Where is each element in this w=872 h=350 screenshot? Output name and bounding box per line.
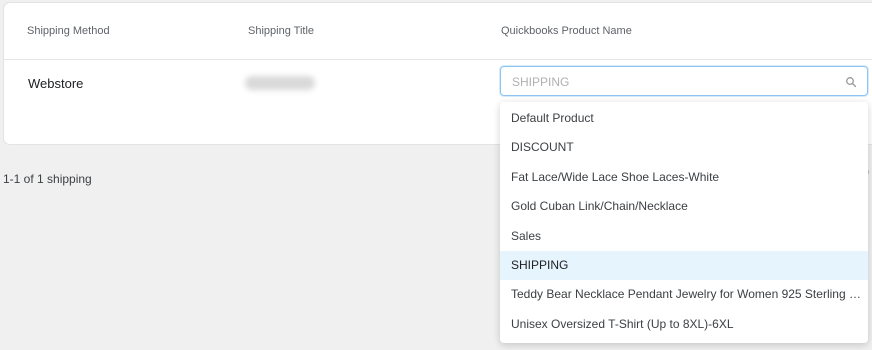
dropdown-option[interactable]: Fat Lace/Wide Lace Shoe Laces-White bbox=[500, 163, 868, 192]
dropdown-option-selected[interactable]: SHIPPING bbox=[500, 250, 868, 281]
dropdown-option[interactable]: Gold Cuban Link/Chain/Necklace bbox=[500, 192, 868, 221]
column-header-shipping-title: Shipping Title bbox=[248, 25, 315, 37]
column-header-shipping-method: Shipping Method bbox=[27, 25, 110, 37]
column-header-quickbooks-product-name: Quickbooks Product Name bbox=[501, 25, 632, 37]
dropdown-option[interactable]: Unisex Oversized T-Shirt (Up to 8XL)-6XL bbox=[500, 310, 868, 339]
quickbooks-product-select[interactable]: SHIPPING bbox=[500, 66, 868, 96]
product-options-dropdown: Default Product DISCOUNT Fat Lace/Wide L… bbox=[500, 102, 868, 343]
dropdown-option[interactable]: Default Product bbox=[500, 104, 868, 133]
pagination-summary: 1-1 of 1 shipping bbox=[3, 172, 92, 186]
dropdown-option[interactable]: Sales bbox=[500, 222, 868, 251]
cell-shipping-title-redacted bbox=[245, 76, 315, 90]
dropdown-option[interactable]: DISCOUNT bbox=[500, 133, 868, 162]
dropdown-option[interactable]: Teddy Bear Necklace Pendant Jewelry for … bbox=[500, 280, 868, 309]
table-header-row: Shipping Method Shipping Title Quickbook… bbox=[4, 3, 872, 60]
search-icon bbox=[846, 77, 857, 88]
select-current-value: SHIPPING bbox=[512, 75, 570, 89]
cell-shipping-method: Webstore bbox=[28, 76, 84, 91]
